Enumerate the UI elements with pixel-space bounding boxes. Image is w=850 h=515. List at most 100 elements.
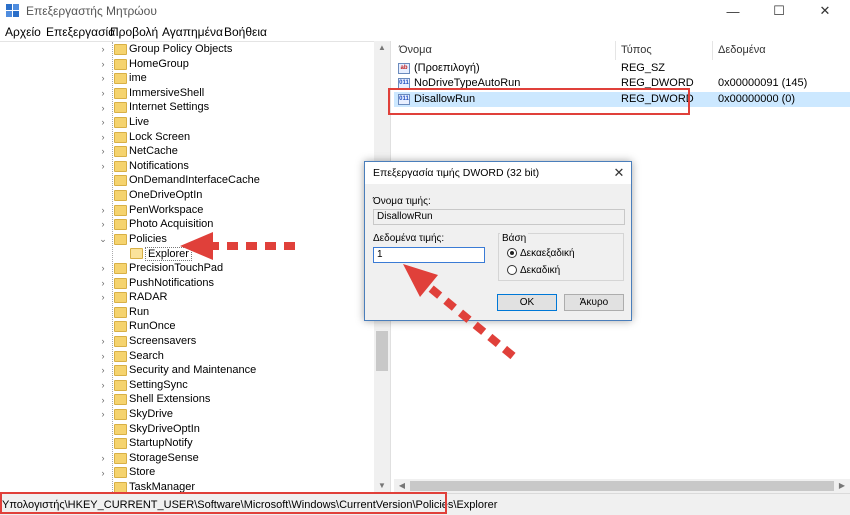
registry-editor-window: Επεξεργαστής Μητρώου — ☐ ✕ Αρχείο Επεξερ… — [0, 0, 850, 515]
menu-file[interactable]: Αρχείο — [5, 25, 41, 39]
chevron-right-icon[interactable]: › — [98, 219, 108, 229]
radio-hex-label[interactable]: Δεκαεξαδική — [520, 248, 575, 259]
radio-hexadecimal[interactable] — [507, 248, 517, 258]
folder-icon — [114, 306, 127, 318]
chevron-right-icon[interactable]: › — [98, 146, 108, 156]
folder-icon — [114, 452, 127, 464]
chevron-right-icon[interactable]: › — [98, 103, 108, 113]
chevron-right-icon[interactable]: › — [98, 132, 108, 142]
tree-scroll-thumb[interactable] — [376, 331, 388, 371]
chevron-right-icon[interactable]: › — [98, 380, 108, 390]
chevron-right-icon[interactable]: › — [98, 88, 108, 98]
values-horizontal-scrollbar[interactable]: ◀ ▶ — [394, 479, 850, 493]
folder-icon — [114, 409, 127, 420]
chevron-right-icon[interactable]: › — [98, 161, 108, 171]
value-type: REG_SZ — [621, 62, 666, 74]
tree-item-label: Internet Settings — [129, 101, 210, 114]
tree-item-startupnotify[interactable]: StartupNotify — [0, 436, 372, 451]
tree-item-lock-screen[interactable]: › Lock Screen — [0, 130, 372, 145]
value-data: 0x00000000 (0) — [718, 93, 796, 105]
folder-icon — [114, 102, 127, 114]
tree-item-ondemandinterfacecache[interactable]: OnDemandInterfaceCache — [0, 173, 372, 188]
cancel-button[interactable]: Άκυρο — [564, 294, 624, 311]
menu-edit[interactable]: Επεξεργασία — [46, 25, 115, 39]
radio-dec-label[interactable]: Δεκαδική — [520, 265, 560, 276]
tree-item-radar[interactable]: › RADAR — [0, 290, 372, 305]
chevron-right-icon[interactable]: › — [98, 453, 108, 463]
tree-item-label: PrecisionTouchPad — [129, 262, 224, 274]
column-header-type[interactable]: Τύπος — [616, 41, 713, 60]
value-row-default[interactable]: ab (Προεπιλογή) REG_SZ — [394, 61, 850, 76]
tree-item-precisiontouchpad[interactable]: › PrecisionTouchPad — [0, 261, 372, 276]
chevron-right-icon[interactable]: › — [98, 59, 108, 69]
values-scroll-thumb[interactable] — [410, 481, 834, 491]
chevron-right-icon[interactable]: › — [98, 395, 108, 405]
scroll-right-icon[interactable]: ▶ — [834, 479, 850, 493]
folder-icon — [130, 248, 143, 260]
tree-item-shell-extensions[interactable]: › Shell Extensions — [0, 392, 372, 407]
tree-item-label: Explorer — [145, 247, 192, 262]
tree-item-skydrive[interactable]: › SkyDrive — [0, 407, 372, 422]
tree-item-pushnotifications[interactable]: › PushNotifications — [0, 276, 372, 291]
radio-decimal[interactable] — [507, 265, 517, 275]
tree-item-skydriveoptin[interactable]: SkyDriveOptIn — [0, 422, 372, 437]
tree-item-runonce[interactable]: RunOnce — [0, 319, 372, 334]
minimize-button[interactable]: — — [710, 0, 756, 22]
tree-item-notifications[interactable]: › Notifications — [0, 159, 372, 174]
scroll-up-icon[interactable]: ▲ — [374, 41, 390, 55]
scroll-left-icon[interactable]: ◀ — [394, 479, 410, 493]
chevron-right-icon[interactable]: › — [98, 73, 108, 83]
chevron-right-icon[interactable]: › — [98, 468, 108, 478]
menu-view[interactable]: Προβολή — [110, 25, 158, 39]
close-button[interactable]: ✕ — [802, 0, 848, 22]
value-data-label: Δεδομένα τιμής: — [373, 233, 445, 244]
chevron-right-icon[interactable]: › — [98, 205, 108, 215]
tree-item-label: Store — [129, 466, 156, 479]
key-tree[interactable]: › Group Policy Objects › HomeGroup › ime › Imme… — [0, 41, 390, 493]
tree-item-settingsync[interactable]: › SettingSync — [0, 378, 372, 393]
dialog-close-icon[interactable]: ✕ — [611, 165, 627, 181]
chevron-right-icon[interactable]: › — [98, 351, 108, 361]
tree-item-label: Security and Maintenance — [129, 364, 257, 377]
value-data-input[interactable]: 1 — [373, 247, 485, 263]
maximize-button[interactable]: ☐ — [756, 0, 802, 22]
tree-item-homegroup[interactable]: › HomeGroup — [0, 57, 372, 72]
tree-item-live[interactable]: › Live — [0, 115, 372, 130]
chevron-right-icon[interactable]: › — [98, 263, 108, 273]
tree-item-label: Live — [129, 116, 150, 128]
column-header-name[interactable]: Όνομα — [394, 41, 616, 60]
tree-item-group-policy-objects[interactable]: › Group Policy Objects — [0, 42, 372, 57]
tree-item-immersiveshell[interactable]: › ImmersiveShell — [0, 86, 372, 101]
tree-item-screensavers[interactable]: › Screensavers — [0, 334, 372, 349]
tree-item-photo-acquisition[interactable]: › Photo Acquisition — [0, 217, 372, 232]
dialog-title: Επεξεργασία τιμής DWORD (32 bit) — [373, 167, 540, 179]
chevron-down-icon[interactable]: ⌄ — [98, 234, 108, 245]
tree-item-ime[interactable]: › ime — [0, 71, 372, 86]
chevron-right-icon[interactable]: › — [98, 409, 108, 419]
tree-item-security-and-maintenance[interactable]: › Security and Maintenance — [0, 363, 372, 378]
tree-item-internet-settings[interactable]: › Internet Settings — [0, 100, 372, 115]
tree-item-penworkspace[interactable]: › PenWorkspace — [0, 203, 372, 218]
chevron-right-icon[interactable]: › — [98, 292, 108, 302]
chevron-right-icon[interactable]: › — [98, 44, 108, 54]
tree-item-search[interactable]: › Search — [0, 349, 372, 364]
tree-item-policies[interactable]: ⌄ Policies — [0, 232, 372, 247]
tree-item-label: Policies — [129, 232, 167, 245]
menu-favorites[interactable]: Αγαπημένα — [162, 25, 223, 39]
tree-item-onedriveoptin[interactable]: OneDriveOptIn — [0, 188, 372, 203]
menu-help[interactable]: Βοήθεια — [224, 25, 267, 39]
chevron-right-icon[interactable]: › — [98, 365, 108, 375]
column-header-data[interactable]: Δεδομένα — [713, 41, 850, 60]
folder-icon — [114, 336, 127, 347]
tree-item-storagesense[interactable]: › StorageSense — [0, 451, 372, 466]
tree-item-explorer[interactable]: Explorer — [0, 246, 372, 262]
chevron-right-icon[interactable]: › — [98, 336, 108, 346]
tree-item-store[interactable]: › Store — [0, 465, 372, 480]
tree-item-netcache[interactable]: › NetCache — [0, 144, 372, 159]
chevron-right-icon[interactable]: › — [98, 117, 108, 127]
tree-item-run[interactable]: Run — [0, 305, 372, 320]
scroll-down-icon[interactable]: ▼ — [374, 479, 390, 493]
ok-button[interactable]: ΟΚ — [497, 294, 557, 311]
folder-icon — [114, 277, 127, 289]
chevron-right-icon[interactable]: › — [98, 278, 108, 288]
